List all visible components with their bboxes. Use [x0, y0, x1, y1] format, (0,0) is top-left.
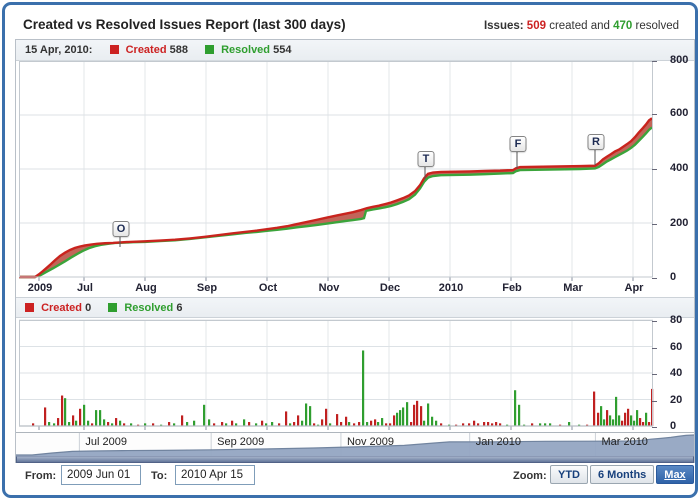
x-axis-label: 2010 [439, 282, 463, 294]
created-swatch-icon [25, 303, 34, 312]
page-title: Created vs Resolved Issues Report (last … [23, 17, 346, 32]
y-axis-tick [652, 224, 657, 225]
flag-marker-r[interactable]: R [588, 134, 605, 150]
created-count: 509 [527, 20, 546, 32]
y-axis-label: 80 [670, 314, 682, 326]
x-axis-label: Feb [502, 282, 522, 294]
navigator-scrollbar[interactable] [16, 456, 694, 463]
summary-prefix: Issues: [484, 20, 524, 32]
navigator-label: Jul 2009 [85, 436, 127, 448]
daily-bars-chart[interactable] [19, 320, 653, 432]
legend-date: 15 Apr, 2010: [25, 44, 92, 56]
navigator-label: Nov 2009 [347, 436, 394, 448]
main-chart-legend: 15 Apr, 2010: Created 588 Resolved 554 [16, 40, 694, 61]
to-date-input[interactable] [175, 465, 255, 485]
y-axis-tick [652, 321, 657, 322]
chart-panel: 15 Apr, 2010: Created 588 Resolved 554 0… [15, 39, 695, 463]
resolved-swatch-icon [205, 45, 214, 54]
x-axis-label: Jul [77, 282, 93, 294]
resolved-swatch-icon [108, 303, 117, 312]
y-axis-tick [652, 401, 657, 402]
y-axis-label: 0 [670, 271, 676, 283]
navigator-label: Mar 2010 [601, 436, 647, 448]
x-axis-label: Aug [135, 282, 156, 294]
summary-suffix: resolved [636, 20, 679, 32]
zoom-button-max[interactable]: Max [656, 465, 693, 484]
bar-resolved-legend-value: 6 [176, 302, 182, 314]
bar-chart-legend: Created 0 Resolved 6 [16, 297, 694, 318]
y-axis-tick [652, 374, 657, 375]
y-axis-label: 800 [670, 54, 688, 66]
y-axis-label: 200 [670, 217, 688, 229]
navigator-label: Jan 2010 [476, 436, 521, 448]
x-axis-label: Oct [259, 282, 277, 294]
main-cumulative-chart[interactable] [19, 61, 653, 283]
zoom-button-ytd[interactable]: YTD [550, 465, 588, 484]
y-axis-label: 20 [670, 394, 682, 406]
range-navigator[interactable]: Jul 2009 Sep 2009 Nov 2009 Jan 2010 Mar 2010 [16, 432, 694, 456]
flag-marker-o[interactable]: O [113, 221, 130, 237]
y-axis-label: 400 [670, 162, 688, 174]
x-axis-label: Nov [319, 282, 340, 294]
y-axis-label: 0 [670, 420, 676, 432]
y-axis-tick [652, 278, 657, 279]
y-axis-tick [652, 61, 657, 62]
x-axis-label: Mar [563, 282, 583, 294]
created-legend-label[interactable]: Created [126, 44, 167, 56]
bar-resolved-legend-label[interactable]: Resolved [124, 302, 173, 314]
zoom-button-6-months[interactable]: 6 Months [590, 465, 654, 484]
y-axis-label: 40 [670, 367, 682, 379]
y-axis-tick [652, 427, 657, 428]
resolved-legend-value: 554 [273, 44, 291, 56]
bar-created-legend-value: 0 [85, 302, 91, 314]
y-axis-tick [652, 169, 657, 170]
to-label: To: [151, 470, 167, 482]
zoom-label: Zoom: [513, 470, 547, 482]
x-axis-label: 2009 [28, 282, 52, 294]
y-axis-tick [652, 114, 657, 115]
report-frame: Created vs Resolved Issues Report (last … [2, 2, 698, 498]
summary-mid: created and [549, 20, 610, 32]
y-axis-tick [652, 348, 657, 349]
x-axis-label: Sep [197, 282, 217, 294]
created-legend-value: 588 [170, 44, 188, 56]
y-axis-label: 600 [670, 107, 688, 119]
resolved-count: 470 [613, 20, 632, 32]
issues-summary: Issues: 509 created and 470 resolved [484, 20, 679, 32]
from-date-input[interactable] [61, 465, 141, 485]
bar-created-legend-label[interactable]: Created [41, 302, 82, 314]
flag-marker-t[interactable]: T [418, 151, 435, 167]
x-axis-label: Dec [380, 282, 400, 294]
created-swatch-icon [110, 45, 119, 54]
navigator-label: Sep 2009 [217, 436, 264, 448]
x-axis-label: Apr [625, 282, 644, 294]
flag-marker-f[interactable]: F [510, 136, 527, 152]
resolved-legend-label[interactable]: Resolved [221, 44, 270, 56]
y-axis-label: 60 [670, 341, 682, 353]
from-label: From: [25, 470, 56, 482]
zoom-buttons: YTD6 MonthsMax [548, 465, 694, 484]
